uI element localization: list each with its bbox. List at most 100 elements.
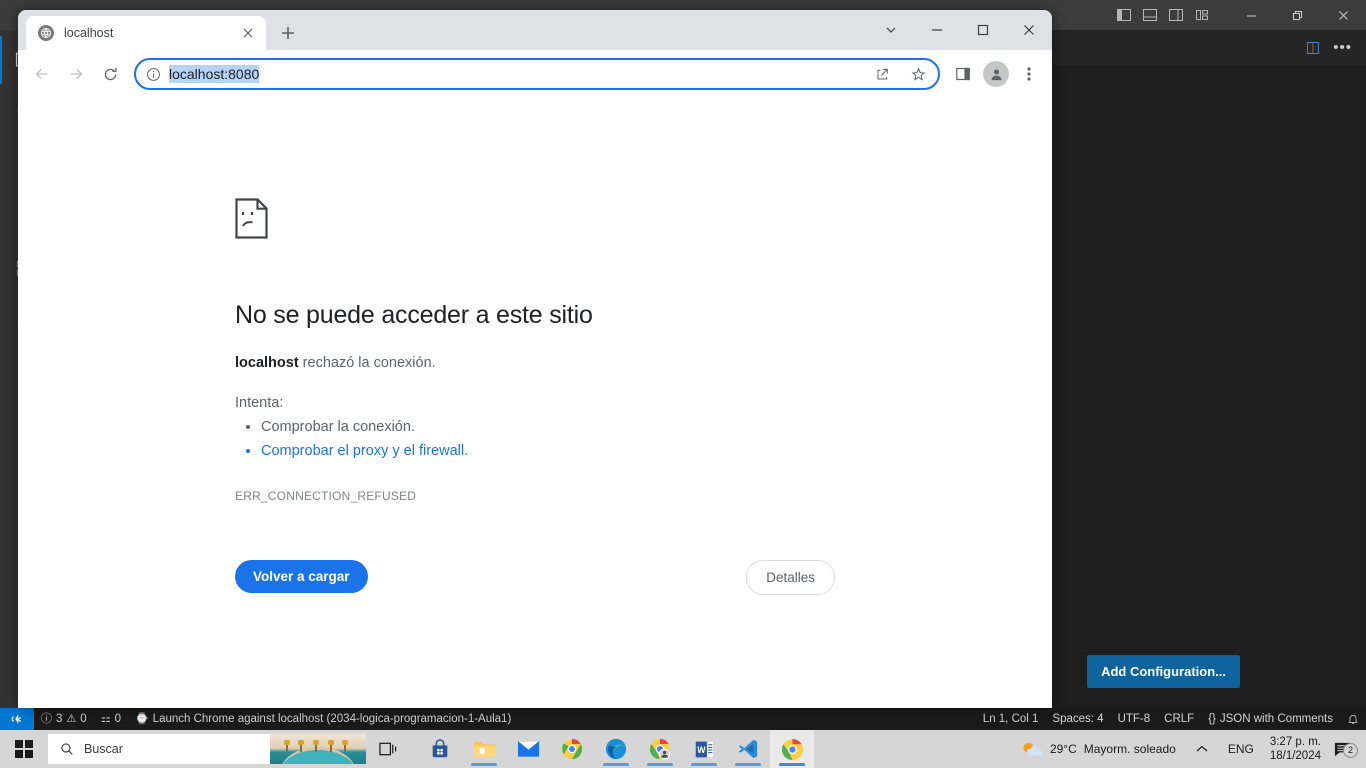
running-indicator bbox=[779, 763, 805, 766]
error-icon: ⓘ bbox=[41, 712, 52, 725]
status-debug-config[interactable]: ⌚ Launch Chrome against localhost (2034-… bbox=[128, 708, 518, 730]
chrome-close-button[interactable] bbox=[1006, 10, 1052, 50]
running-indicator bbox=[735, 763, 761, 766]
lamp-post bbox=[284, 740, 290, 752]
status-indentation[interactable]: Spaces: 4 bbox=[1045, 708, 1110, 730]
chrome-window-controls bbox=[868, 10, 1052, 50]
error-subtitle: localhost rechazó la conexión. bbox=[235, 355, 1052, 371]
reload-icon[interactable] bbox=[94, 58, 126, 90]
notification-count-badge: 2 bbox=[1343, 742, 1358, 758]
chrome-minimize-button[interactable] bbox=[914, 10, 960, 50]
browser-tab-localhost[interactable]: localhost bbox=[26, 16, 266, 50]
radio-tower-icon: ⚏ bbox=[100, 712, 111, 725]
debug-config-label: Launch Chrome against localhost (2034-lo… bbox=[152, 713, 512, 725]
error-try-label: Intenta: bbox=[235, 395, 284, 411]
lamp-post bbox=[298, 740, 304, 752]
tab-title-label: localhost bbox=[64, 26, 114, 40]
status-ports[interactable]: ⚏ 0 bbox=[94, 708, 128, 730]
vscode-minimize-button[interactable] bbox=[1228, 0, 1274, 30]
taskbar-app-chrome[interactable] bbox=[550, 730, 594, 768]
error-suggestion-list: Comprobar la conexión. Comprobar el prox… bbox=[261, 415, 1052, 463]
secondary-sidebar-icon[interactable] bbox=[1168, 7, 1184, 23]
vscode-restore-button[interactable] bbox=[1274, 0, 1320, 30]
weather-temperature: 29°C bbox=[1049, 742, 1077, 756]
clock-widget[interactable]: 3:27 p. m. 18/1/2024 bbox=[1262, 735, 1329, 763]
tab-search-chevron-down-icon[interactable] bbox=[868, 10, 914, 50]
error-code: ERR_CONNECTION_REFUSED bbox=[235, 489, 417, 503]
status-problems[interactable]: ⓘ 3 ⚠ 0 bbox=[34, 708, 94, 730]
share-icon[interactable] bbox=[868, 60, 896, 88]
globe-favicon-icon bbox=[38, 25, 54, 41]
close-tab-icon[interactable] bbox=[238, 23, 258, 43]
running-indicator bbox=[691, 763, 717, 766]
search-input[interactable]: Buscar bbox=[84, 742, 123, 756]
taskbar-app-mail[interactable] bbox=[506, 730, 550, 768]
address-bar[interactable]: localhost:8080 bbox=[134, 58, 940, 90]
split-editor-icon[interactable] bbox=[1305, 40, 1321, 56]
windows-start-icon[interactable] bbox=[0, 730, 48, 768]
chrome-maximize-button[interactable] bbox=[960, 10, 1006, 50]
taskbar-app-chrome-profile[interactable] bbox=[638, 730, 682, 768]
primary-sidebar-icon[interactable] bbox=[1116, 7, 1132, 23]
warning-count: 0 bbox=[80, 713, 87, 725]
debug-alt-icon: ⌚ bbox=[134, 712, 149, 725]
running-indicator bbox=[603, 763, 629, 766]
profile-avatar-icon[interactable] bbox=[983, 61, 1009, 87]
clock-date: 18/1/2024 bbox=[1269, 750, 1321, 762]
task-view-icon[interactable] bbox=[366, 730, 410, 768]
taskbar-search-box[interactable]: Buscar bbox=[48, 734, 366, 764]
error-title: No se puede acceder a este sitio bbox=[235, 301, 593, 329]
taskbar-app-visual-studio-code[interactable] bbox=[726, 730, 770, 768]
reload-button[interactable]: Volver a cargar bbox=[235, 560, 368, 593]
svg-text:W: W bbox=[697, 745, 706, 755]
suggestion-check-proxy-firewall-link[interactable]: Comprobar el proxy y el firewall. bbox=[261, 439, 1052, 463]
taskbar-app-list: W bbox=[418, 730, 814, 768]
vscode-status-bar: ⓘ 3 ⚠ 0 ⚏ 0 ⌚ Launch Chrome against loca… bbox=[0, 708, 1366, 730]
error-subtitle-rest: rechazó la conexión. bbox=[298, 355, 436, 371]
back-arrow-icon[interactable] bbox=[26, 58, 58, 90]
info-circle-icon[interactable] bbox=[146, 67, 161, 82]
star-icon[interactable] bbox=[904, 60, 932, 88]
error-host-label: localhost bbox=[235, 355, 299, 371]
status-cursor-position[interactable]: Ln 1, Col 1 bbox=[976, 708, 1046, 730]
language-label: JSON with Comments bbox=[1219, 713, 1333, 725]
weather-widget[interactable]: 29°C Mayorm. soleado bbox=[1013, 740, 1184, 758]
lamp-post bbox=[313, 740, 319, 752]
url-input[interactable]: localhost:8080 bbox=[169, 65, 260, 83]
remote-window-icon[interactable] bbox=[0, 708, 34, 730]
search-highlight-thumbnail bbox=[270, 734, 366, 764]
vscode-close-button[interactable] bbox=[1320, 0, 1366, 30]
three-dot-menu-icon[interactable] bbox=[1014, 58, 1044, 90]
side-panel-icon[interactable] bbox=[948, 58, 978, 90]
status-eol[interactable]: CRLF bbox=[1157, 708, 1201, 730]
editor-more-actions-icon[interactable]: ••• bbox=[1333, 40, 1352, 55]
panel-layout-icon[interactable] bbox=[1142, 7, 1158, 23]
details-button[interactable]: Detalles bbox=[746, 560, 835, 595]
taskbar-app-microsoft-store[interactable] bbox=[418, 730, 462, 768]
new-tab-button[interactable] bbox=[274, 19, 302, 47]
taskbar-app-microsoft-edge[interactable] bbox=[594, 730, 638, 768]
status-language-mode[interactable]: {} JSON with Comments bbox=[1201, 708, 1340, 730]
lamp-post bbox=[342, 740, 348, 752]
add-configuration-button[interactable]: Add Configuration... bbox=[1087, 655, 1240, 688]
error-page: No se puede acceder a este sitio localho… bbox=[18, 98, 1052, 708]
running-indicator bbox=[471, 763, 497, 766]
error-page-actions: Volver a cargar Detalles bbox=[235, 558, 835, 595]
json-brace-icon: {} bbox=[1208, 713, 1216, 725]
vscode-layout-controls bbox=[1116, 7, 1210, 23]
lamp-post bbox=[328, 740, 334, 752]
taskbar-app-chrome-active[interactable] bbox=[770, 730, 814, 768]
status-encoding[interactable]: UTF-8 bbox=[1111, 708, 1158, 730]
notification-center-button[interactable]: 2 bbox=[1329, 741, 1362, 758]
suggestion-check-connection: Comprobar la conexión. bbox=[261, 415, 1052, 439]
ports-count: 0 bbox=[114, 713, 121, 725]
bell-icon[interactable] bbox=[1340, 708, 1366, 730]
forward-arrow-icon[interactable] bbox=[60, 58, 92, 90]
taskbar-app-file-explorer[interactable] bbox=[462, 730, 506, 768]
tray-chevron-up-icon[interactable] bbox=[1184, 745, 1220, 753]
language-indicator[interactable]: ENG bbox=[1220, 742, 1262, 756]
chrome-window: localhost localhost:8080 No se puede acc… bbox=[18, 10, 1052, 708]
url-text-wrapper: localhost:8080 bbox=[169, 65, 860, 83]
taskbar-app-microsoft-word[interactable]: W bbox=[682, 730, 726, 768]
customize-layout-icon[interactable] bbox=[1194, 7, 1210, 23]
